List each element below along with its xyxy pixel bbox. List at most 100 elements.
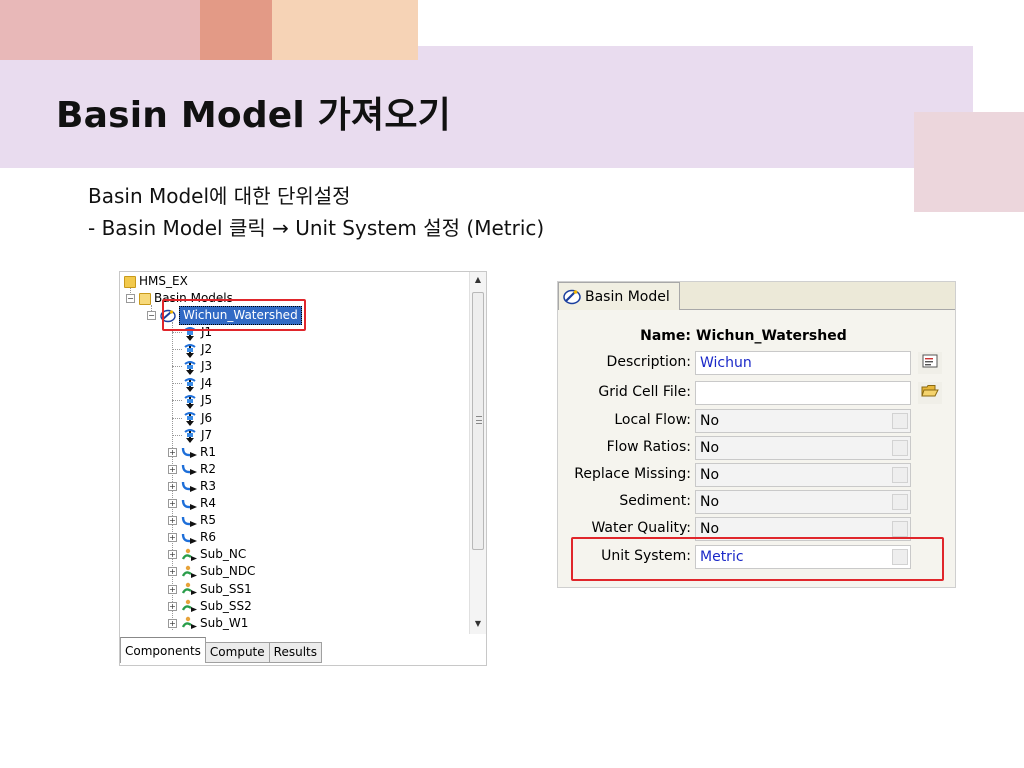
tree-item-label: J6 [201,410,213,425]
tree-item-reach[interactable]: + R1 [168,444,216,461]
tree-item-junction[interactable]: J3 [172,358,213,375]
name-label: Name: [640,328,691,344]
tree-item-subbasin[interactable]: + Sub_SS1 [168,581,252,598]
slide-body: Basin Model에 대한 단위설정 - Basin Model 클릭 → … [88,180,544,244]
grid-cell-label: Grid Cell File: [598,384,691,400]
expand-icon[interactable]: + [168,499,177,508]
local-flow-select[interactable]: No [695,409,911,433]
local-flow-value: No [700,413,720,429]
subbasin-icon [181,599,197,613]
deco-block-salmon [200,0,272,60]
grid-cell-field[interactable] [695,381,911,405]
water-quality-value: No [700,521,720,537]
expand-icon[interactable]: + [168,447,177,457]
tab-results[interactable]: Results [268,642,322,663]
flow-ratios-label: Flow Ratios: [606,439,691,455]
tree-item-label: R2 [200,461,216,476]
sediment-select[interactable]: No [695,490,911,514]
tree-line [172,417,182,419]
tree-item-label: Sub_SS1 [200,581,252,596]
expand-icon[interactable]: + [168,584,177,594]
tree-item-root[interactable]: HMS_EX [124,273,188,290]
expand-icon[interactable]: + [168,550,177,560]
browse-file-button[interactable] [918,382,942,404]
tab-components[interactable]: Components [120,637,206,663]
tree-item-label: R6 [200,530,216,545]
reach-icon [181,462,197,476]
tree-line [172,383,182,385]
subbasin-icon [181,616,197,630]
description-field[interactable]: Wichun [695,351,911,375]
grip-icon [476,416,482,424]
tree-item-label: J3 [201,359,213,374]
tree-item-junction[interactable]: J4 [172,375,212,392]
expand-icon[interactable]: + [168,601,177,611]
tree-item-reach[interactable]: + R5 [168,512,216,529]
replace-missing-label: Replace Missing: [574,466,691,482]
tree-item-junction[interactable]: J2 [172,341,213,358]
folder-open-icon [139,292,151,305]
reach-icon [181,514,197,528]
description-editor-button[interactable] [918,352,942,374]
name-value: Wichun_Watershed [696,328,847,344]
collapse-icon[interactable]: − [147,311,156,320]
tree-item-reach[interactable]: + R3 [168,478,216,495]
tree-item-reach[interactable]: + R6 [168,529,216,546]
junction-icon [182,360,198,375]
flow-ratios-value: No [700,440,720,456]
replace-missing-select[interactable]: No [695,463,911,487]
tree-item-label: J7 [201,427,213,442]
sediment-value: No [700,494,720,510]
expand-icon[interactable]: + [168,481,177,491]
tree-line [172,349,182,351]
scroll-thumb[interactable] [472,292,484,550]
tree-item-subbasin[interactable]: + Sub_SS2 [168,598,252,615]
open-folder-icon [921,384,939,402]
tree-item-label: HMS_EX [139,274,188,288]
reach-icon [181,479,197,493]
tree-item-reach[interactable]: + R4 [168,495,216,512]
expand-icon[interactable]: + [168,567,177,577]
scroll-down-icon[interactable]: ▼ [470,616,486,632]
tree-item-subbasin[interactable]: + Sub_NC [168,546,246,563]
collapse-icon[interactable]: − [126,294,135,303]
tab-basin-model[interactable]: Basin Model [558,282,680,310]
folder-icon [124,275,136,288]
row-grid-cell-file: Grid Cell File: [558,380,957,406]
tree-item-label: J5 [201,393,213,408]
tree-item-subbasin[interactable]: + Sub_W1 [168,615,248,632]
junction-icon [182,428,198,444]
dropdown-arrow-icon[interactable] [892,494,908,510]
description-label: Description: [606,354,691,370]
tree-item-label: Sub_NDC [200,564,256,579]
tree-item-subbasin[interactable]: + Sub_NDC [168,563,255,580]
expand-icon[interactable]: + [168,533,177,543]
tree-item-junction[interactable]: J5 [172,392,213,409]
expand-icon[interactable]: + [168,516,177,526]
junction-icon [182,377,198,392]
body-line-2: - Basin Model 클릭 → Unit System 설정 (Metri… [88,216,545,240]
flow-ratios-select[interactable]: No [695,436,911,460]
dropdown-arrow-icon[interactable] [892,440,908,456]
tree-item-label: R5 [200,513,216,528]
tab-compute[interactable]: Compute [204,642,270,663]
reach-icon [181,531,197,545]
dropdown-arrow-icon[interactable] [892,521,908,537]
row-name: Name: Wichun_Watershed [558,324,957,350]
dropdown-arrow-icon[interactable] [892,413,908,429]
tree-item-junction[interactable]: J6 [172,410,213,427]
dropdown-arrow-icon[interactable] [892,467,908,483]
tree-scrollbar[interactable]: ▲ ▼ [469,272,486,634]
tree-item-junction[interactable]: J7 [172,427,213,444]
row-replace-missing: Replace Missing: No [558,462,957,488]
tree-item-reach[interactable]: + R2 [168,461,216,478]
basin-model-icon [563,289,581,305]
deco-block-right [914,112,1024,212]
row-sediment: Sediment: No [558,489,957,515]
scroll-up-icon[interactable]: ▲ [470,272,486,288]
tree-item-label: J2 [201,342,213,357]
row-flow-ratios: Flow Ratios: No [558,435,957,461]
tree-item-label: Sub_W1 [200,615,249,630]
expand-icon[interactable]: + [168,618,177,628]
expand-icon[interactable]: + [168,464,177,474]
